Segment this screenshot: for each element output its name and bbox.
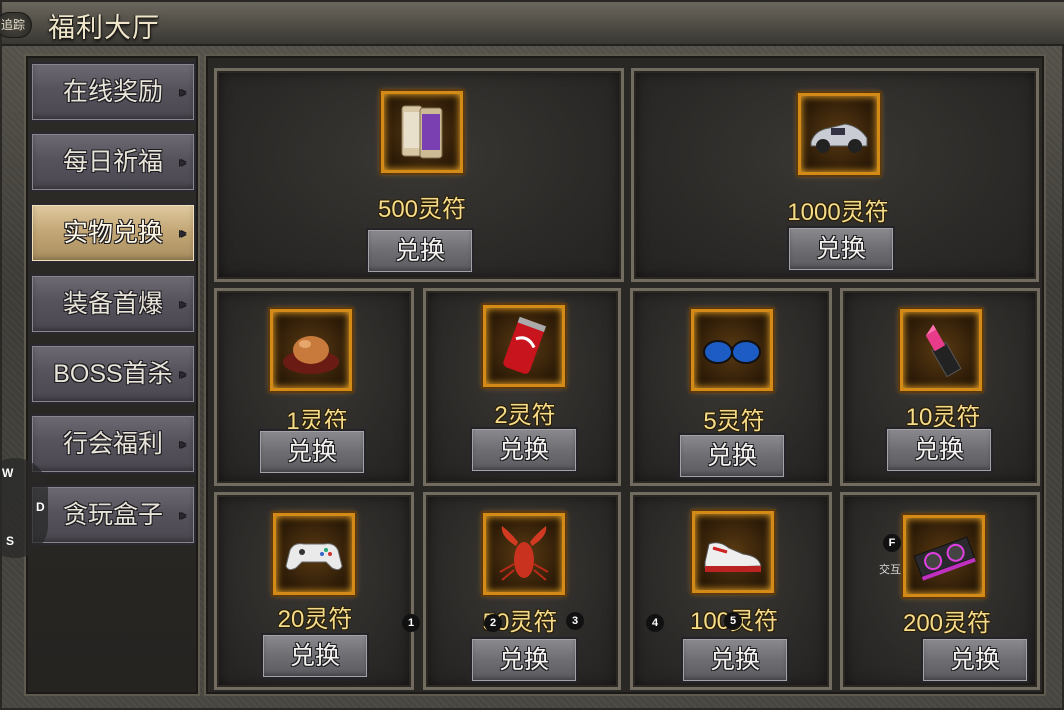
chevron-right-icon: ▸ <box>179 226 187 240</box>
sidebar-item-label: 贪玩盒子 <box>62 501 163 529</box>
sidebar-item-label: 装备首爆 <box>62 290 163 318</box>
reward-card: 1灵符 兑换 <box>214 288 414 486</box>
hotkey-marker[interactable]: 3 <box>566 612 584 630</box>
window-title: 福利大厅 <box>48 13 160 43</box>
redeem-button[interactable]: 兑换 <box>261 633 369 679</box>
gamepad-icon[interactable] <box>273 513 355 595</box>
redeem-button[interactable]: 兑换 <box>885 427 993 473</box>
chevron-right-icon: ▸ <box>179 85 187 99</box>
sidebar-item-boss-first-kill[interactable]: BOSS首杀 ▸ <box>30 344 196 404</box>
trace-button[interactable]: 追踪 <box>0 12 32 38</box>
redeem-button[interactable]: 兑换 <box>787 226 895 272</box>
reward-card: 10灵符 兑换 <box>840 288 1040 486</box>
sidebar-item-label: 实物兑换 <box>62 219 163 247</box>
price-label: 1000灵符 <box>787 199 889 226</box>
sunglasses-icon[interactable] <box>691 309 773 391</box>
reward-card: 5灵符 兑换 <box>630 288 832 486</box>
sidebar-item-label: BOSS首杀 <box>53 360 173 388</box>
sidebar-item-label: 在线奖励 <box>62 78 163 106</box>
chevron-right-icon: ▸ <box>179 437 187 451</box>
sidebar: 在线奖励 ▸ 每日祈福 ▸ 实物兑换 ▸ 装备首爆 ▸ BOSS首杀 ▸ 行会福… <box>24 54 200 696</box>
reward-card: 2灵符 兑换 <box>423 288 621 486</box>
redeem-button[interactable]: 兑换 <box>470 637 578 683</box>
sneaker-icon[interactable] <box>692 511 774 593</box>
sidebar-item-label: 每日祈福 <box>62 148 163 176</box>
price-label: 20灵符 <box>277 606 353 633</box>
redeem-button[interactable]: 兑换 <box>366 228 474 274</box>
hotkey-marker[interactable]: 5 <box>724 612 742 630</box>
sidebar-item-tanwan-box[interactable]: 贪玩盒子 ▸ <box>30 485 196 545</box>
price-label: 2灵符 <box>494 402 556 429</box>
joystick-key-d: D <box>36 500 45 514</box>
reward-card: 1000灵符 兑换 <box>631 68 1039 282</box>
reward-card: 100灵符 兑换 <box>630 492 832 690</box>
interact-key-marker[interactable]: F <box>883 534 901 552</box>
lobster-icon[interactable] <box>483 513 565 595</box>
sidebar-item-online-reward[interactable]: 在线奖励 ▸ <box>30 62 196 122</box>
redeem-button[interactable]: 兑换 <box>470 427 578 473</box>
joystick-key-w: W <box>2 466 14 480</box>
sidebar-item-first-drop[interactable]: 装备首爆 ▸ <box>30 274 196 334</box>
lipstick-icon[interactable] <box>900 309 982 391</box>
redeem-button[interactable]: 兑换 <box>678 433 786 479</box>
price-label: 500灵符 <box>377 196 467 223</box>
price-label: 50灵符 <box>482 609 558 636</box>
hotkey-marker[interactable]: 2 <box>484 614 502 632</box>
hotkey-marker[interactable]: 1 <box>402 614 420 632</box>
reward-card: 200灵符 兑换 <box>840 492 1040 690</box>
car-icon[interactable] <box>798 93 880 175</box>
sidebar-item-guild-welfare[interactable]: 行会福利 ▸ <box>30 414 196 474</box>
welfare-hall-window: 追踪 福利大厅 在线奖励 ▸ 每日祈福 ▸ 实物兑换 ▸ 装备首爆 ▸ BOSS… <box>0 0 1064 710</box>
sidebar-item-daily-blessing[interactable]: 每日祈福 ▸ <box>30 132 196 192</box>
joystick-key-s: S <box>6 534 15 548</box>
redeem-button[interactable]: 兑换 <box>258 429 366 475</box>
reward-card: 20灵符 兑换 <box>214 492 414 690</box>
rewards-panel: 500灵符 兑换 1000灵符 兑换 1灵符 兑换 2灵符 兑换 5灵符 兑换 … <box>204 54 1046 696</box>
price-label: 200灵符 <box>902 610 992 637</box>
reward-card: 50灵符 兑换 <box>423 492 621 690</box>
cola-can-icon[interactable] <box>483 305 565 387</box>
redeem-button[interactable]: 兑换 <box>921 637 1029 683</box>
redeem-button[interactable]: 兑换 <box>681 637 789 683</box>
chevron-right-icon: ▸ <box>179 297 187 311</box>
title-bar: 追踪 福利大厅 <box>0 2 1064 46</box>
price-label: 5灵符 <box>703 408 765 435</box>
phone-icon[interactable] <box>381 91 463 173</box>
chevron-right-icon: ▸ <box>179 367 187 381</box>
sidebar-item-physical-exchange[interactable]: 实物兑换 ▸ <box>30 203 196 263</box>
egg-icon[interactable] <box>270 309 352 391</box>
chevron-right-icon: ▸ <box>179 508 187 522</box>
sidebar-item-label: 行会福利 <box>62 430 163 458</box>
reward-card: 500灵符 兑换 <box>214 68 624 282</box>
hotkey-marker[interactable]: 4 <box>646 614 664 632</box>
virtual-joystick[interactable]: W D S <box>0 458 48 558</box>
graphics-card-icon[interactable] <box>903 515 985 597</box>
interact-label: 交互 <box>879 564 901 576</box>
chevron-right-icon: ▸ <box>179 155 187 169</box>
